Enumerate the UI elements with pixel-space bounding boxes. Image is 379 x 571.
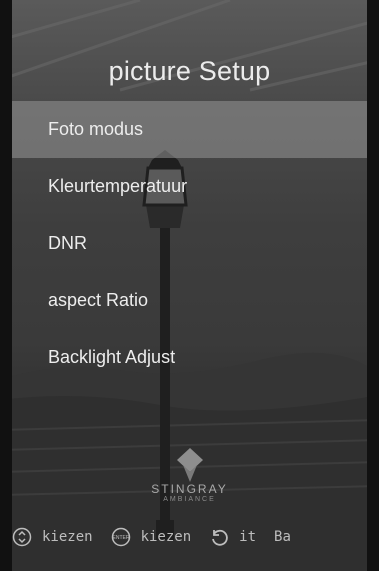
back-icon bbox=[212, 529, 228, 546]
settings-menu: Foto modus Kleurtemperatuur DNR aspect R… bbox=[12, 101, 367, 386]
hint-select: kiezen bbox=[12, 527, 93, 547]
brand-subtitle: AMBIANCE bbox=[163, 496, 216, 503]
menu-item-kleurtemperatuur[interactable]: Kleurtemperatuur bbox=[12, 158, 367, 215]
menu-title: picture Setup bbox=[108, 56, 271, 86]
menu-item-foto-modus[interactable]: Foto modus bbox=[12, 101, 367, 158]
brand-watermark: STINGRAY AMBIANCE bbox=[0, 448, 379, 503]
menu-item-label: aspect Ratio bbox=[48, 290, 149, 310]
menu-item-aspect-ratio[interactable]: aspect Ratio bbox=[12, 272, 367, 329]
hint-exit: it bbox=[209, 527, 256, 547]
hint-label: it bbox=[239, 529, 257, 545]
menu-item-label: Backlight Adjust bbox=[48, 347, 176, 367]
button-hints-bar: kiezen ENTER kiezen it Ba bbox=[12, 522, 367, 552]
tv-screen: picture Setup Foto modus Kleurtemperatuu… bbox=[0, 0, 379, 571]
hint-label: kiezen bbox=[42, 529, 93, 545]
hint-back: Ba bbox=[274, 529, 291, 545]
menu-item-label: Foto modus bbox=[48, 119, 144, 139]
hint-label: Ba bbox=[274, 529, 291, 545]
menu-item-label: Kleurtemperatuur bbox=[48, 176, 188, 196]
hint-enter: ENTER kiezen bbox=[111, 527, 192, 547]
enter-icon-text: ENTER bbox=[112, 535, 129, 541]
stingray-logo-icon bbox=[176, 448, 203, 482]
brand-name: STINGRAY bbox=[151, 482, 228, 496]
menu-item-dnr[interactable]: DNR bbox=[12, 215, 367, 272]
enter-icon: ENTER bbox=[111, 527, 130, 547]
hint-label: kiezen bbox=[140, 529, 192, 545]
menu-item-label: DNR bbox=[48, 233, 87, 253]
menu-item-backlight-adjust[interactable]: Backlight Adjust bbox=[12, 329, 367, 386]
up-down-icon bbox=[12, 527, 32, 547]
